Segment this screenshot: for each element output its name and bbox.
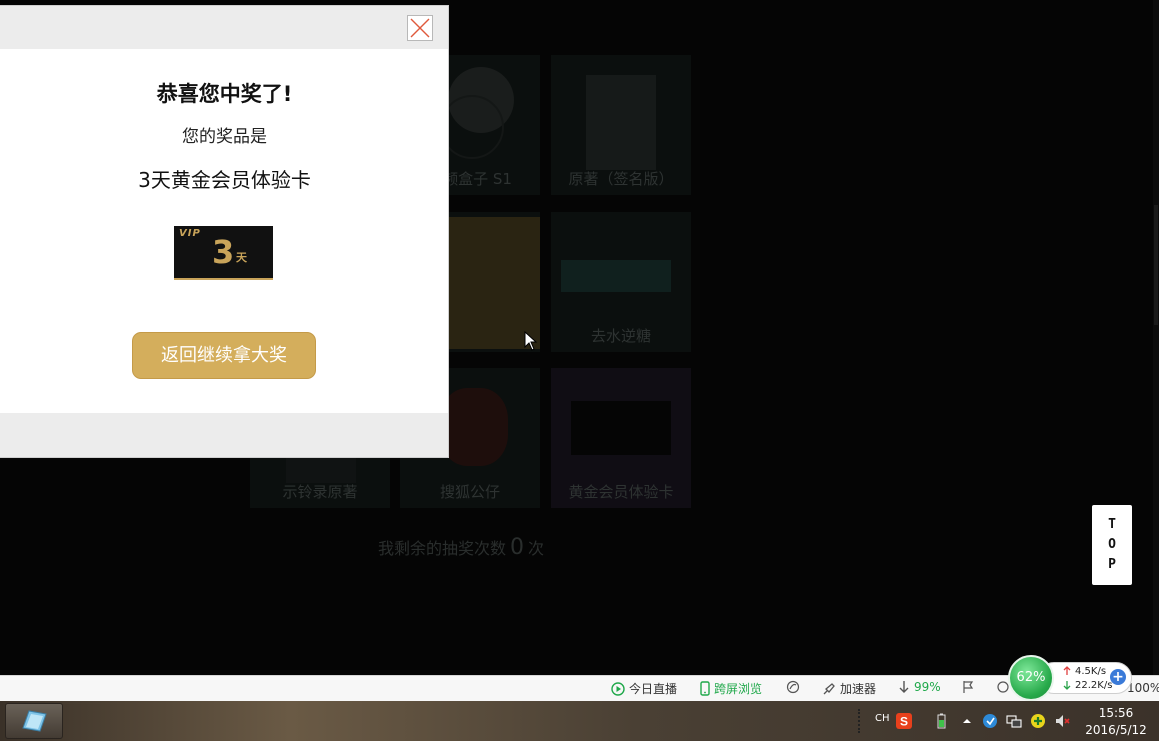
vip-card-image bbox=[571, 401, 671, 455]
download-percent: 99% bbox=[914, 680, 941, 694]
vip-card-image: VIP 3 天 bbox=[174, 226, 273, 280]
back-to-top-button[interactable]: T O P bbox=[1092, 505, 1132, 585]
modal-subtitle: 您的奖品是 bbox=[182, 127, 267, 147]
flag-icon bbox=[963, 681, 974, 693]
scrollbar-thumb[interactable] bbox=[1154, 205, 1158, 325]
top-letter: T bbox=[1108, 517, 1116, 532]
tray-gripper bbox=[858, 709, 866, 733]
mouse-cursor-icon bbox=[524, 331, 538, 351]
svg-text:S: S bbox=[900, 715, 908, 729]
upload-arrow-icon bbox=[1063, 666, 1071, 675]
play-circle-icon bbox=[611, 681, 625, 696]
security-plus-icon[interactable] bbox=[1030, 713, 1046, 729]
top-letter: O bbox=[1108, 537, 1116, 552]
network-icon[interactable] bbox=[1006, 713, 1022, 729]
prize-card[interactable]: 黄金会员体验卡 bbox=[551, 368, 691, 508]
clock-time: 15:56 bbox=[1098, 706, 1134, 720]
fox-doll-image bbox=[440, 388, 508, 466]
language-indicator[interactable]: CH bbox=[875, 713, 890, 724]
prize-modal: 恭喜您中奖了! 您的奖品是 3天黄金会员体验卡 VIP 3 天 返回继续拿大奖 bbox=[0, 5, 449, 458]
flag-button[interactable] bbox=[962, 680, 974, 694]
top-letter: P bbox=[1108, 557, 1116, 572]
leaf-icon bbox=[786, 680, 800, 694]
browser-status-bar: 今日直播 跨屏浏览 加速器 99% 100% bbox=[0, 675, 1159, 701]
memory-usage-ball[interactable]: 62% bbox=[1008, 655, 1054, 701]
prize-label: 示铃录原著 bbox=[282, 483, 358, 501]
modal-footer bbox=[0, 413, 448, 457]
cross-screen-button[interactable]: 跨屏浏览 bbox=[700, 680, 762, 697]
remaining-prefix: 我剩余的抽奖次数 bbox=[378, 539, 507, 558]
clock-date: 2016/5/12 bbox=[1085, 723, 1147, 737]
prize-label: 搜狐公仔 bbox=[439, 483, 500, 501]
prize-name: 3天黄金会员体验卡 bbox=[138, 168, 311, 192]
modal-header bbox=[0, 6, 448, 49]
download-speed: 22.2K/s bbox=[1075, 680, 1113, 691]
windows-taskbar: CH S 15:56 2016/5/12 bbox=[0, 701, 1159, 741]
shield-icon[interactable] bbox=[982, 713, 998, 729]
prize-image bbox=[445, 217, 540, 349]
accelerator-label: 加速器 bbox=[840, 682, 877, 696]
prize-card[interactable]: 去水逆糖 bbox=[551, 212, 691, 352]
vip-card-unit: 天 bbox=[236, 251, 247, 264]
taskbar-clock[interactable]: 15:56 2016/5/12 bbox=[1082, 705, 1150, 739]
prize-label: 原著（签名版） bbox=[568, 170, 674, 188]
modal-title: 恭喜您中奖了! bbox=[156, 82, 293, 106]
volume-muted-icon[interactable] bbox=[1054, 713, 1070, 729]
remaining-draws: 我剩余的抽奖次数 0 次 bbox=[378, 535, 544, 560]
live-today-button[interactable]: 今日直播 bbox=[611, 680, 677, 697]
prize-label: 去水逆糖 bbox=[590, 327, 651, 345]
candy-image bbox=[561, 260, 671, 292]
battery-icon[interactable] bbox=[933, 713, 949, 729]
start-button[interactable] bbox=[5, 703, 63, 739]
show-hidden-icons-arrow[interactable] bbox=[959, 713, 975, 729]
remaining-suffix: 次 bbox=[528, 539, 545, 558]
download-arrow-icon bbox=[1063, 681, 1071, 690]
book-image bbox=[586, 75, 656, 170]
download-arrow-icon bbox=[899, 681, 909, 693]
return-button[interactable]: 返回继续拿大奖 bbox=[132, 332, 316, 379]
app-icon bbox=[22, 710, 47, 732]
plus-icon[interactable]: + bbox=[1110, 669, 1126, 685]
sogou-input-icon[interactable]: S bbox=[896, 713, 912, 729]
accelerator-button[interactable]: 加速器 bbox=[822, 680, 876, 697]
phone-icon bbox=[700, 681, 710, 696]
download-button[interactable]: 99% bbox=[898, 680, 941, 694]
live-today-label: 今日直播 bbox=[629, 682, 678, 696]
prize-label: 黄金会员体验卡 bbox=[568, 483, 674, 501]
close-button[interactable] bbox=[407, 15, 433, 41]
network-speed-widget[interactable]: 4.5K/s 22.2K/s + 62% bbox=[1008, 655, 1132, 701]
rocket-icon bbox=[823, 682, 835, 694]
close-icon bbox=[410, 18, 430, 38]
remaining-count: 0 bbox=[510, 535, 525, 560]
vip-card-label: VIP bbox=[179, 228, 201, 239]
vip-card-number: 3 bbox=[212, 233, 235, 271]
upload-speed: 4.5K/s bbox=[1075, 666, 1107, 677]
history-button[interactable] bbox=[786, 680, 800, 694]
prize-card[interactable]: 原著（签名版） bbox=[551, 55, 691, 195]
cross-screen-label: 跨屏浏览 bbox=[714, 682, 763, 696]
page-scrollbar[interactable] bbox=[1153, 0, 1159, 675]
